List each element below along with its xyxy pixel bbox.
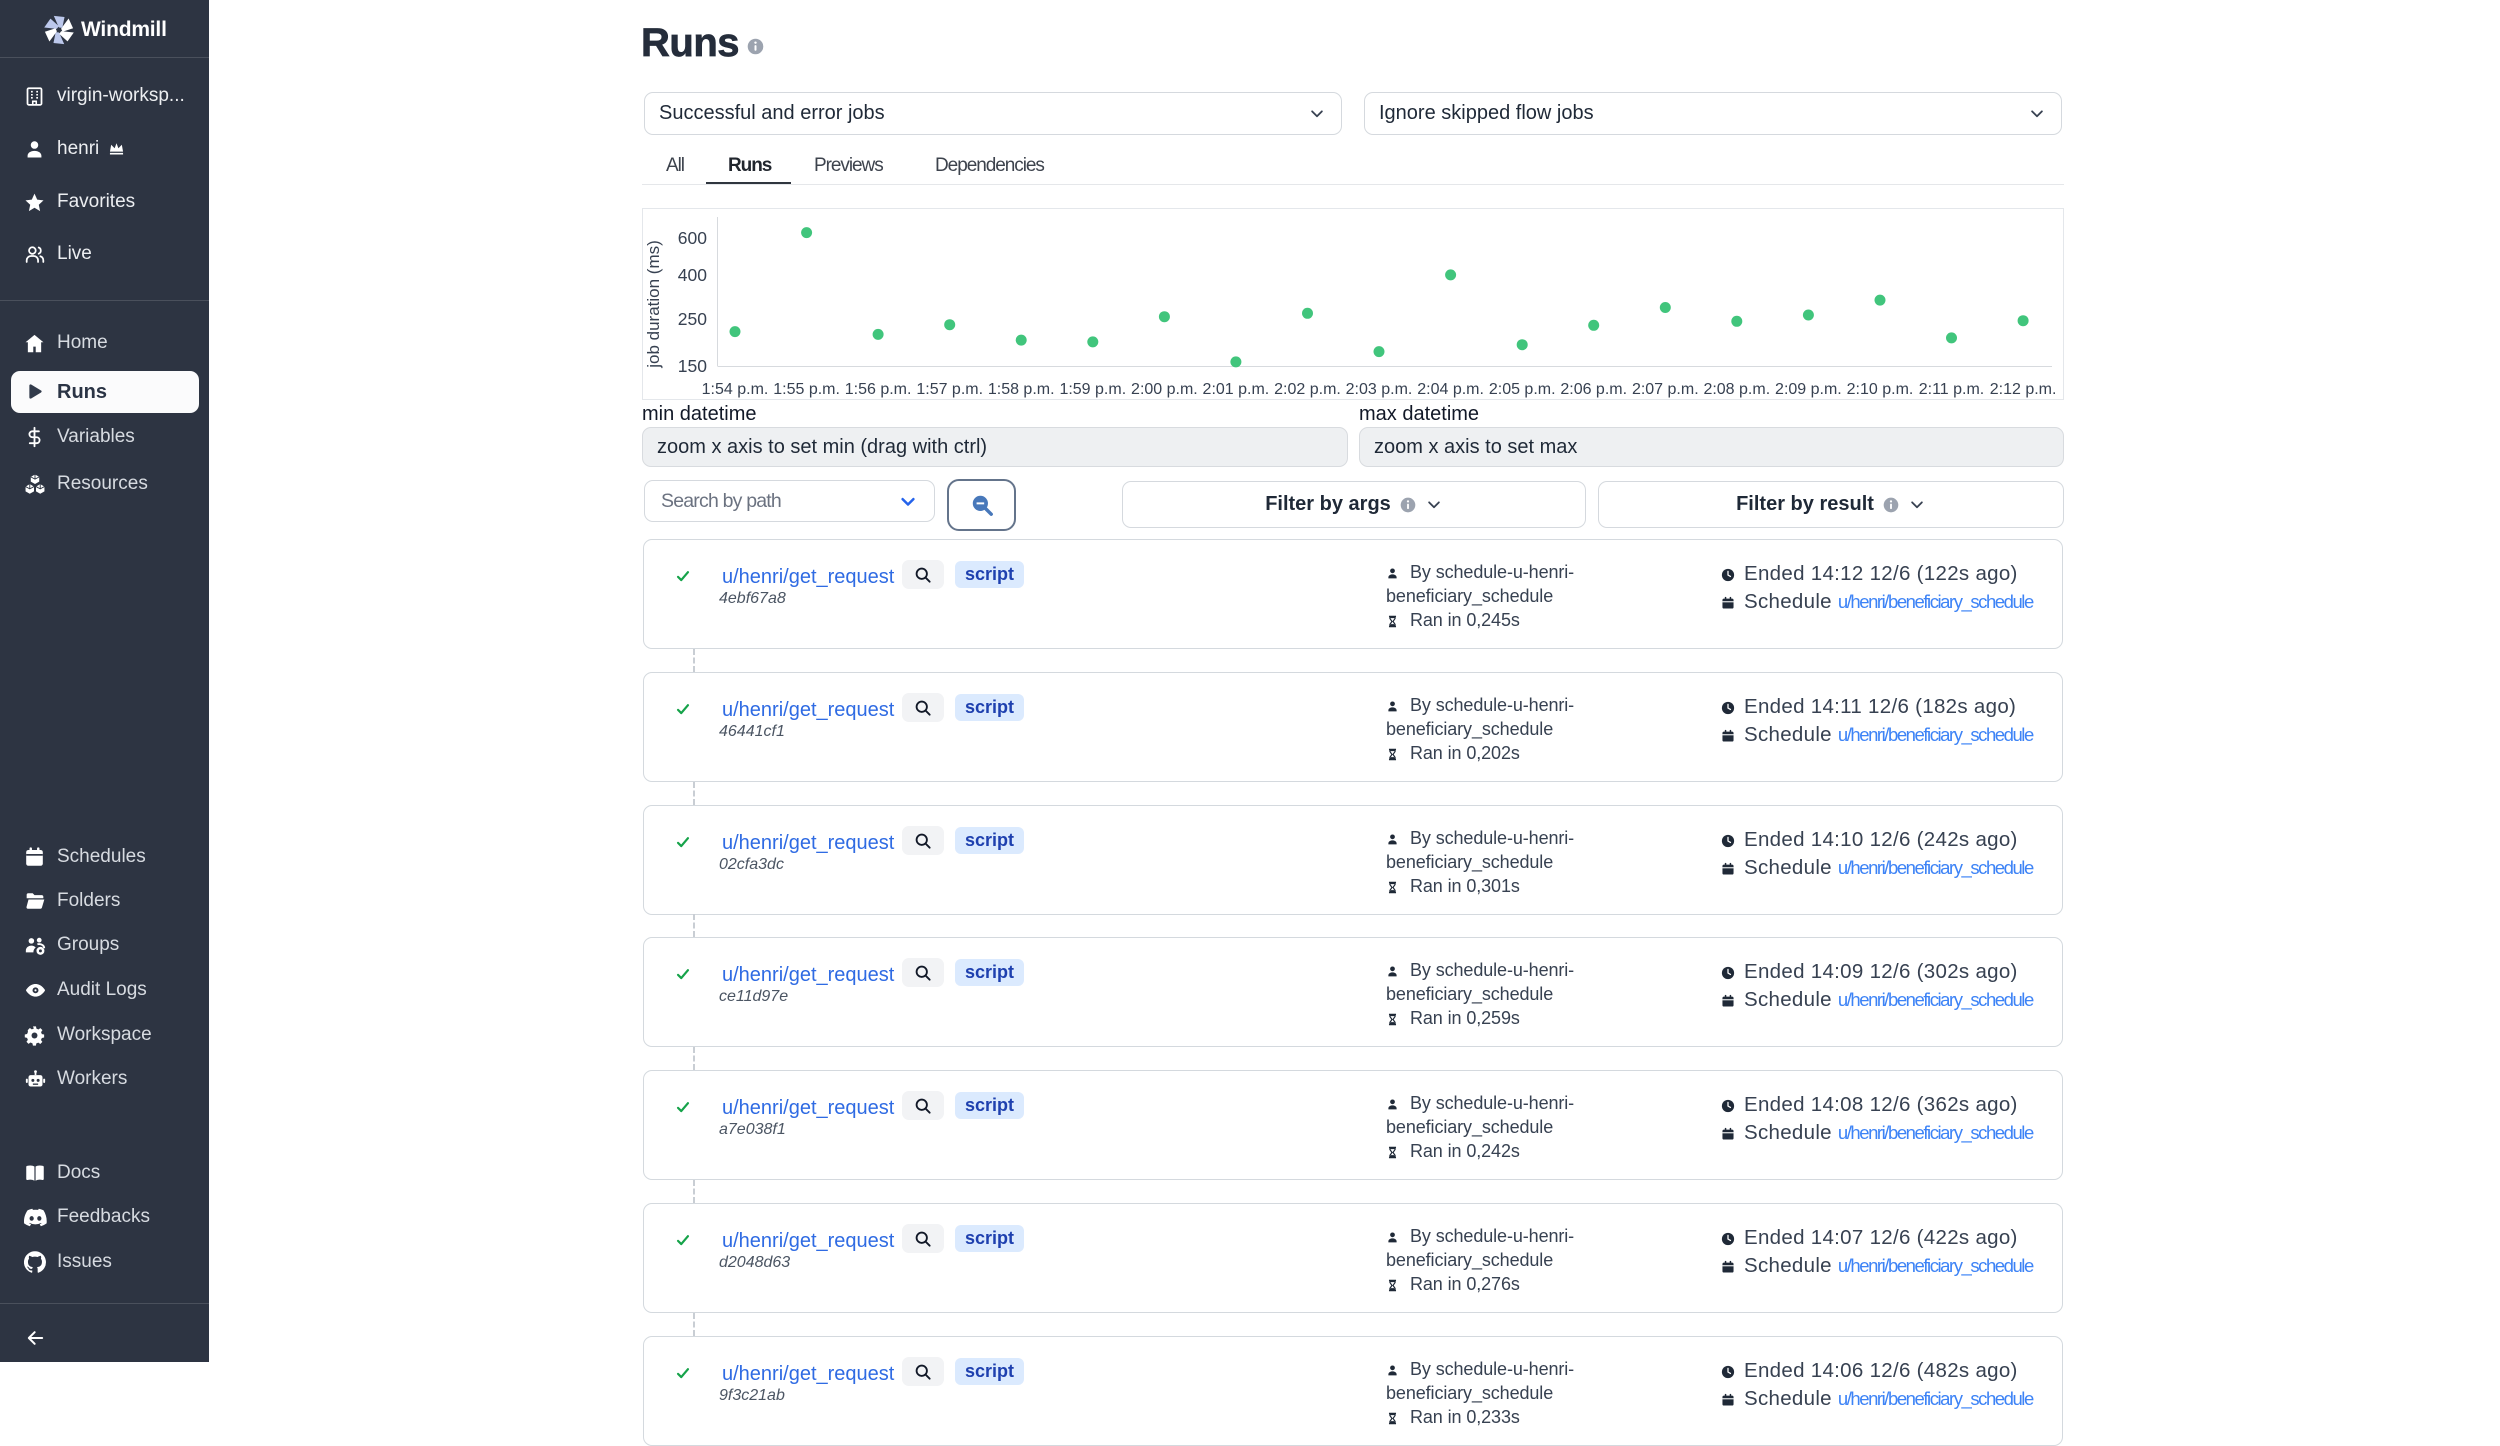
svg-text:150: 150 — [678, 356, 707, 376]
svg-text:2:01 p.m.: 2:01 p.m. — [1203, 381, 1270, 398]
svg-text:2:03 p.m.: 2:03 p.m. — [1346, 381, 1413, 398]
svg-text:2:00 p.m.: 2:00 p.m. — [1131, 381, 1198, 398]
svg-text:job duration (ms): job duration (ms) — [644, 240, 663, 369]
svg-text:2:09 p.m.: 2:09 p.m. — [1775, 381, 1842, 398]
svg-text:2:10 p.m.: 2:10 p.m. — [1847, 381, 1914, 398]
svg-text:2:04 p.m.: 2:04 p.m. — [1417, 381, 1484, 398]
svg-text:2:06 p.m.: 2:06 p.m. — [1560, 381, 1627, 398]
svg-text:1:54 p.m.: 1:54 p.m. — [702, 381, 769, 398]
svg-text:2:05 p.m.: 2:05 p.m. — [1489, 381, 1556, 398]
svg-text:600: 600 — [678, 228, 707, 248]
svg-text:2:02 p.m.: 2:02 p.m. — [1274, 381, 1341, 398]
svg-text:1:56 p.m.: 1:56 p.m. — [845, 381, 912, 398]
svg-text:400: 400 — [678, 265, 707, 285]
svg-text:2:08 p.m.: 2:08 p.m. — [1703, 381, 1770, 398]
svg-text:1:59 p.m.: 1:59 p.m. — [1059, 381, 1126, 398]
svg-text:1:55 p.m.: 1:55 p.m. — [773, 381, 840, 398]
svg-text:2:07 p.m.: 2:07 p.m. — [1632, 381, 1699, 398]
svg-text:1:58 p.m.: 1:58 p.m. — [988, 381, 1055, 398]
svg-text:250: 250 — [678, 309, 707, 329]
svg-text:2:12 p.m.: 2:12 p.m. — [1990, 381, 2057, 398]
svg-text:1:57 p.m.: 1:57 p.m. — [916, 381, 983, 398]
svg-text:2:11 p.m.: 2:11 p.m. — [1919, 381, 1985, 398]
